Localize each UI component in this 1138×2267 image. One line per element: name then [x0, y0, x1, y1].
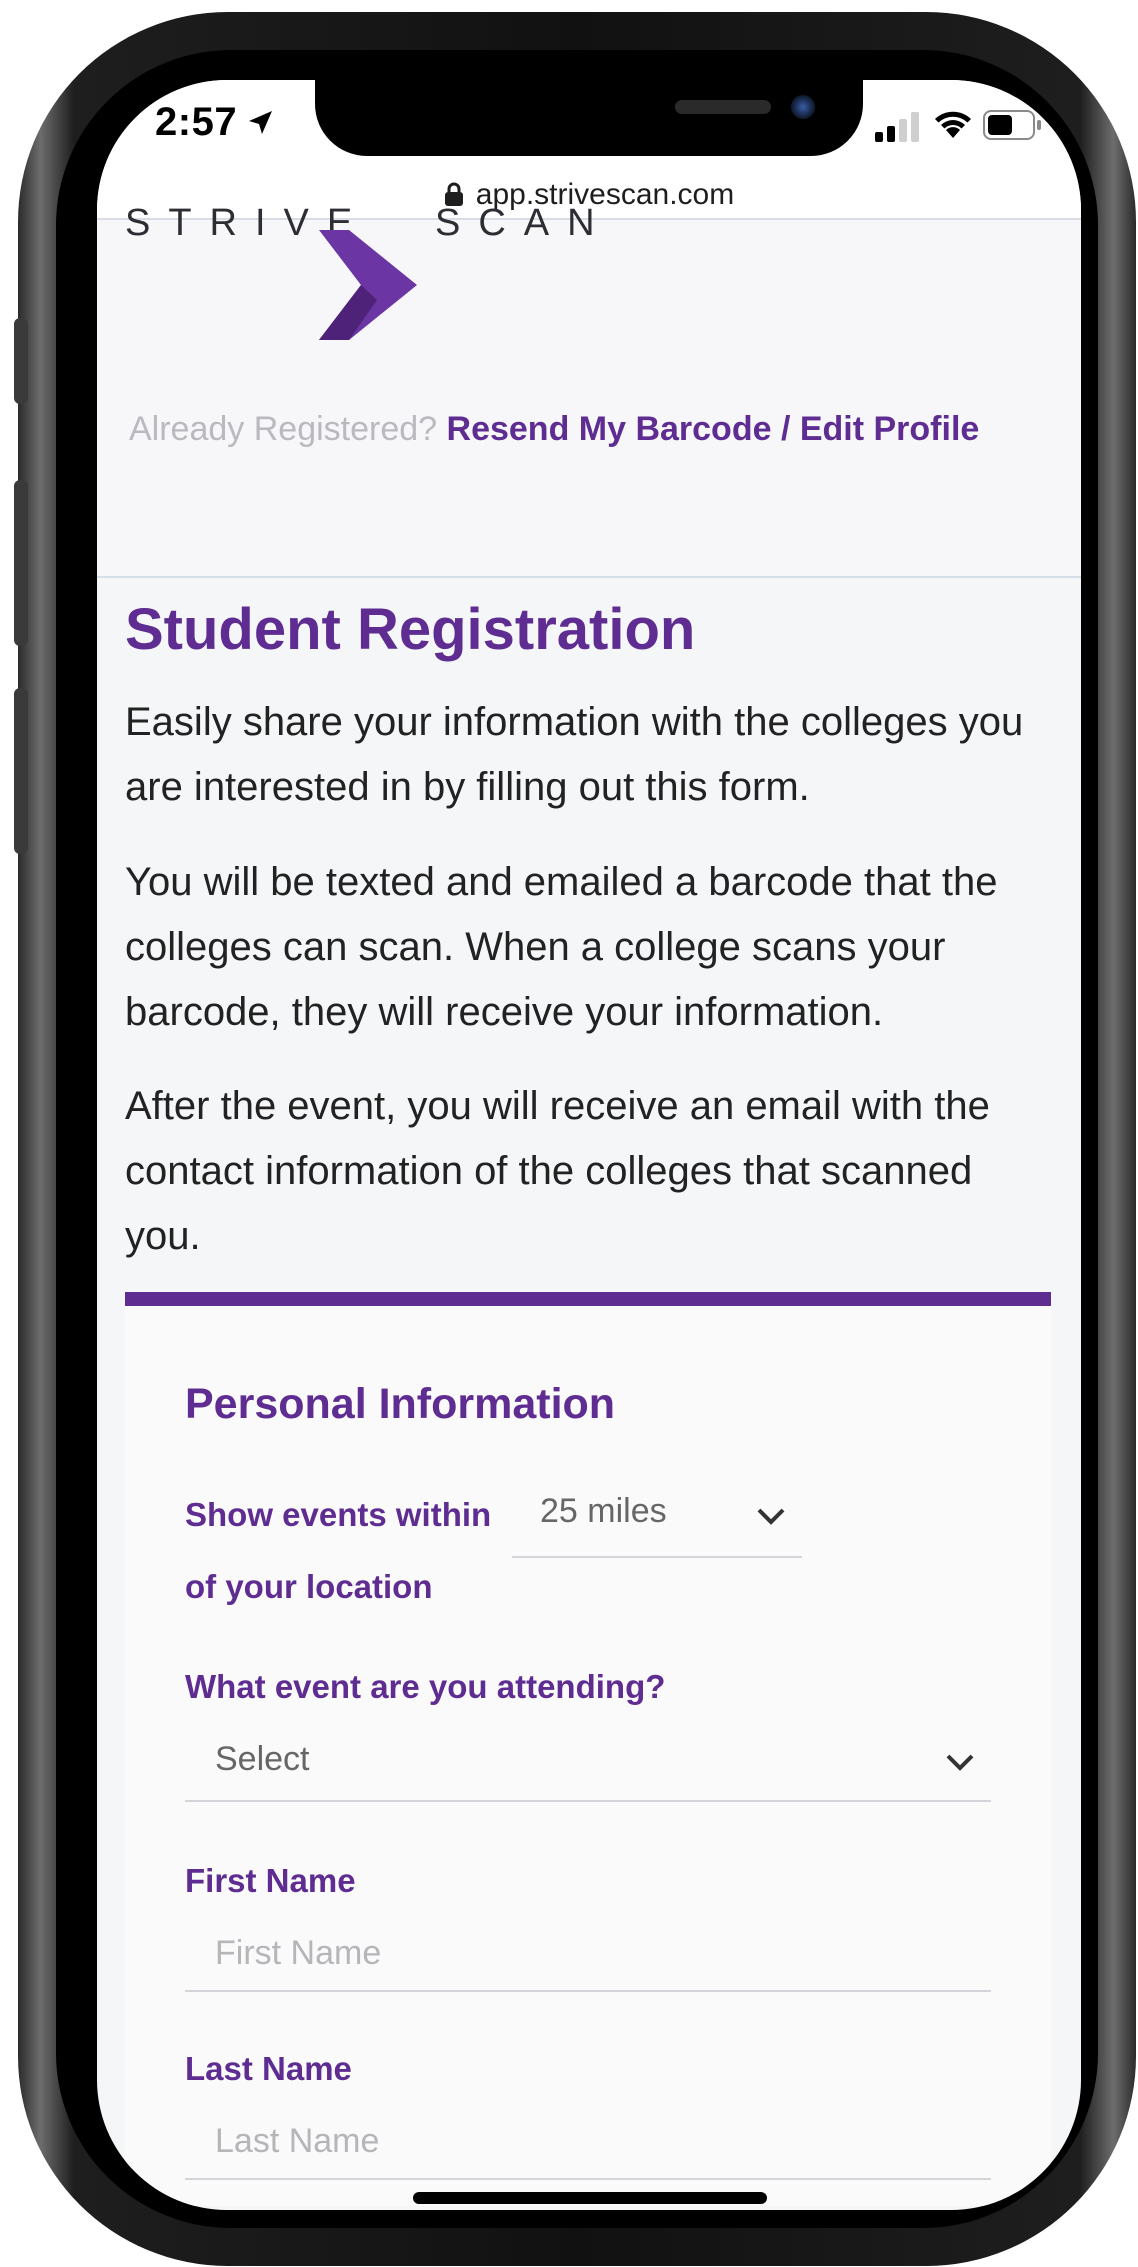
distance-label-suffix: of your location: [185, 1568, 433, 1605]
section-title-personal-information: Personal Information: [185, 1380, 616, 1428]
last-name-label: Last Name: [185, 2050, 352, 2087]
speaker: [675, 100, 771, 114]
event-select[interactable]: Select: [185, 1718, 991, 1802]
mute-switch: [14, 318, 28, 404]
intro-paragraph-2: You will be texted and emailed a barcode…: [125, 860, 998, 1034]
front-camera: [791, 95, 815, 119]
screen: 2:57 app.strivescan.com STRIVE SCAN Alre…: [97, 80, 1081, 2210]
intro-paragraph-3: After the event, you will receive an ema…: [125, 1084, 990, 1258]
resend-barcode-link[interactable]: Resend My Barcode / Edit Profile: [447, 410, 980, 448]
event-label: What event are you attending?: [185, 1668, 666, 1705]
chevron-down-icon: [946, 1754, 974, 1771]
strivescan-logo-icon: [319, 230, 417, 340]
already-registered-label: Already Registered?: [129, 410, 438, 448]
distance-select-value: 25 miles: [540, 1492, 667, 1530]
logo-text-scan: SCAN: [435, 202, 613, 244]
wifi-icon: [935, 111, 971, 138]
distance-select[interactable]: 25 miles: [512, 1478, 802, 1558]
notch: [315, 80, 863, 156]
battery-icon: [983, 110, 1041, 140]
event-select-value: Select: [215, 1740, 310, 1778]
registration-form: Personal Information Show events within …: [125, 1292, 1051, 2206]
status-time: 2:57: [155, 100, 238, 144]
site-header: [97, 220, 1081, 578]
status-bar: 2:57 app.strivescan.com: [97, 80, 1081, 220]
intro-paragraph-1: Easily share your information with the c…: [125, 700, 1024, 809]
page-title: Student Registration: [125, 597, 696, 662]
chevron-down-icon: [757, 1508, 785, 1525]
already-registered-row: Already Registered? Resend My Barcode / …: [129, 410, 979, 449]
volume-up-button: [14, 480, 28, 646]
last-name-input[interactable]: [185, 2104, 991, 2180]
volume-down-button: [14, 688, 28, 854]
home-indicator[interactable]: [413, 2192, 767, 2204]
first-name-input[interactable]: [185, 1916, 991, 1992]
first-name-label: First Name: [185, 1862, 356, 1899]
distance-label: Show events within: [185, 1496, 492, 1533]
location-arrow-icon: [249, 111, 272, 134]
cellular-signal-icon: [875, 112, 919, 142]
